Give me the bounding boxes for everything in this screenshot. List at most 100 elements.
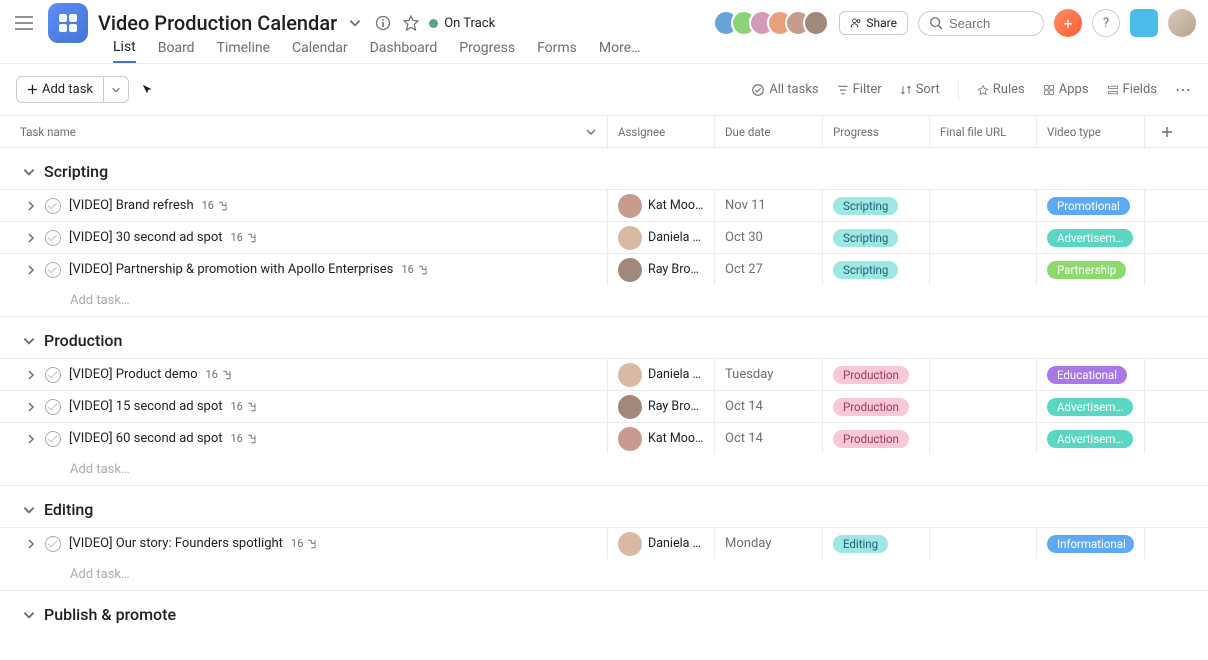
member-avatars[interactable] [713, 10, 829, 36]
section-toggle[interactable] [22, 334, 36, 348]
expand-icon[interactable] [25, 264, 37, 276]
add-task-inline[interactable]: Add task… [0, 285, 1208, 317]
task-name: [VIDEO] Product demo [69, 367, 198, 382]
video-type-pill[interactable]: Informational [1047, 535, 1134, 553]
tab-calendar[interactable]: Calendar [292, 40, 348, 62]
add-column-button[interactable] [1145, 116, 1188, 147]
due-date[interactable]: Monday [715, 528, 823, 559]
expand-icon[interactable] [25, 232, 37, 244]
task-row[interactable]: [VIDEO] Brand refresh 16 Kat Mooney Nov … [0, 189, 1208, 221]
section-toggle[interactable] [22, 165, 36, 179]
final-url-cell[interactable] [930, 359, 1037, 390]
video-type-pill[interactable]: Advertisem… [1047, 398, 1133, 416]
search-box[interactable] [918, 11, 1044, 36]
complete-checkbox[interactable] [45, 399, 61, 415]
tab-forms[interactable]: Forms [537, 40, 577, 62]
tab-board[interactable]: Board [158, 40, 195, 62]
column-due-date[interactable]: Due date [715, 116, 823, 147]
add-task-button[interactable]: Add task [17, 77, 104, 102]
final-url-cell[interactable] [930, 528, 1037, 559]
subtask-count: 16 [291, 537, 318, 550]
final-url-cell[interactable] [930, 423, 1037, 454]
share-button[interactable]: Share [839, 11, 908, 35]
task-row[interactable]: [VIDEO] 30 second ad spot 16 Daniela Var… [0, 221, 1208, 253]
progress-pill[interactable]: Scripting [833, 197, 898, 215]
tab-list[interactable]: List [113, 39, 136, 63]
tab-dashboard[interactable]: Dashboard [370, 40, 438, 62]
progress-pill[interactable]: Scripting [833, 229, 898, 247]
task-row[interactable]: [VIDEO] Product demo 16 Daniela Var… Tue… [0, 358, 1208, 390]
final-url-cell[interactable] [930, 190, 1037, 221]
task-name: [VIDEO] Our story: Founders spotlight [69, 536, 283, 551]
sort-button[interactable]: Sort [900, 82, 940, 97]
fields-button[interactable]: Fields [1107, 82, 1157, 97]
progress-pill[interactable]: Production [833, 430, 909, 448]
column-assignee[interactable]: Assignee [608, 116, 715, 147]
expand-icon[interactable] [25, 401, 37, 413]
task-row[interactable]: [VIDEO] Partnership & promotion with Apo… [0, 253, 1208, 285]
column-progress[interactable]: Progress [823, 116, 930, 147]
task-name: [VIDEO] 30 second ad spot [69, 230, 223, 245]
section-toggle[interactable] [22, 608, 36, 622]
expand-icon[interactable] [25, 433, 37, 445]
all-tasks-filter[interactable]: All tasks [751, 82, 818, 97]
column-final-url[interactable]: Final file URL [930, 116, 1037, 147]
complete-checkbox[interactable] [45, 230, 61, 246]
expand-icon[interactable] [25, 369, 37, 381]
task-row[interactable]: [VIDEO] 60 second ad spot 16 Kat Mooney … [0, 422, 1208, 454]
add-task-inline[interactable]: Add task… [0, 454, 1208, 486]
workspace-badge[interactable] [1130, 9, 1158, 37]
expand-icon[interactable] [25, 538, 37, 550]
video-type-pill[interactable]: Partnership [1047, 261, 1126, 279]
video-type-pill[interactable]: Promotional [1047, 197, 1130, 215]
info-icon[interactable] [373, 13, 393, 33]
tab-timeline[interactable]: Timeline [217, 40, 270, 62]
task-row[interactable]: [VIDEO] 15 second ad spot 16 Ray Brooks … [0, 390, 1208, 422]
column-task-name[interactable]: Task name [0, 116, 608, 147]
chevron-down-icon[interactable] [345, 13, 365, 33]
global-add-button[interactable]: + [1054, 9, 1082, 37]
video-type-pill[interactable]: Educational [1047, 366, 1127, 384]
final-url-cell[interactable] [930, 222, 1037, 253]
star-icon[interactable] [401, 13, 421, 33]
subtask-count: 16 [231, 432, 258, 445]
search-icon [929, 16, 943, 30]
progress-pill[interactable]: Production [833, 398, 909, 416]
due-date[interactable]: Oct 27 [715, 254, 823, 285]
filter-button[interactable]: Filter [837, 82, 882, 97]
rules-button[interactable]: Rules [977, 82, 1025, 97]
task-row[interactable]: [VIDEO] Our story: Founders spotlight 16… [0, 527, 1208, 559]
final-url-cell[interactable] [930, 391, 1037, 422]
complete-checkbox[interactable] [45, 262, 61, 278]
status-pill[interactable]: On Track [429, 16, 495, 31]
tab-more[interactable]: More… [599, 40, 641, 62]
due-date[interactable]: Oct 14 [715, 423, 823, 454]
progress-pill[interactable]: Scripting [833, 261, 898, 279]
hamburger-icon[interactable] [12, 11, 36, 35]
complete-checkbox[interactable] [45, 431, 61, 447]
final-url-cell[interactable] [930, 254, 1037, 285]
due-date[interactable]: Oct 14 [715, 391, 823, 422]
add-task-inline[interactable]: Add task… [0, 559, 1208, 591]
add-task-dropdown[interactable] [104, 77, 128, 102]
video-type-pill[interactable]: Advertisem… [1047, 229, 1133, 247]
complete-checkbox[interactable] [45, 367, 61, 383]
more-actions-button[interactable]: ⋯ [1175, 80, 1192, 99]
apps-button[interactable]: Apps [1043, 82, 1089, 97]
assignee-name: Daniela Var… [648, 367, 704, 382]
complete-checkbox[interactable] [45, 536, 61, 552]
due-date[interactable]: Oct 30 [715, 222, 823, 253]
column-video-type[interactable]: Video type [1037, 116, 1145, 147]
due-date[interactable]: Nov 11 [715, 190, 823, 221]
section-toggle[interactable] [22, 503, 36, 517]
expand-icon[interactable] [25, 200, 37, 212]
due-date[interactable]: Tuesday [715, 359, 823, 390]
tab-progress[interactable]: Progress [459, 40, 515, 62]
help-button[interactable]: ? [1092, 9, 1120, 37]
complete-checkbox[interactable] [45, 198, 61, 214]
search-input[interactable] [949, 16, 1029, 31]
user-avatar[interactable] [1168, 9, 1196, 37]
video-type-pill[interactable]: Advertisem… [1047, 430, 1133, 448]
progress-pill[interactable]: Production [833, 366, 909, 384]
progress-pill[interactable]: Editing [833, 535, 888, 553]
